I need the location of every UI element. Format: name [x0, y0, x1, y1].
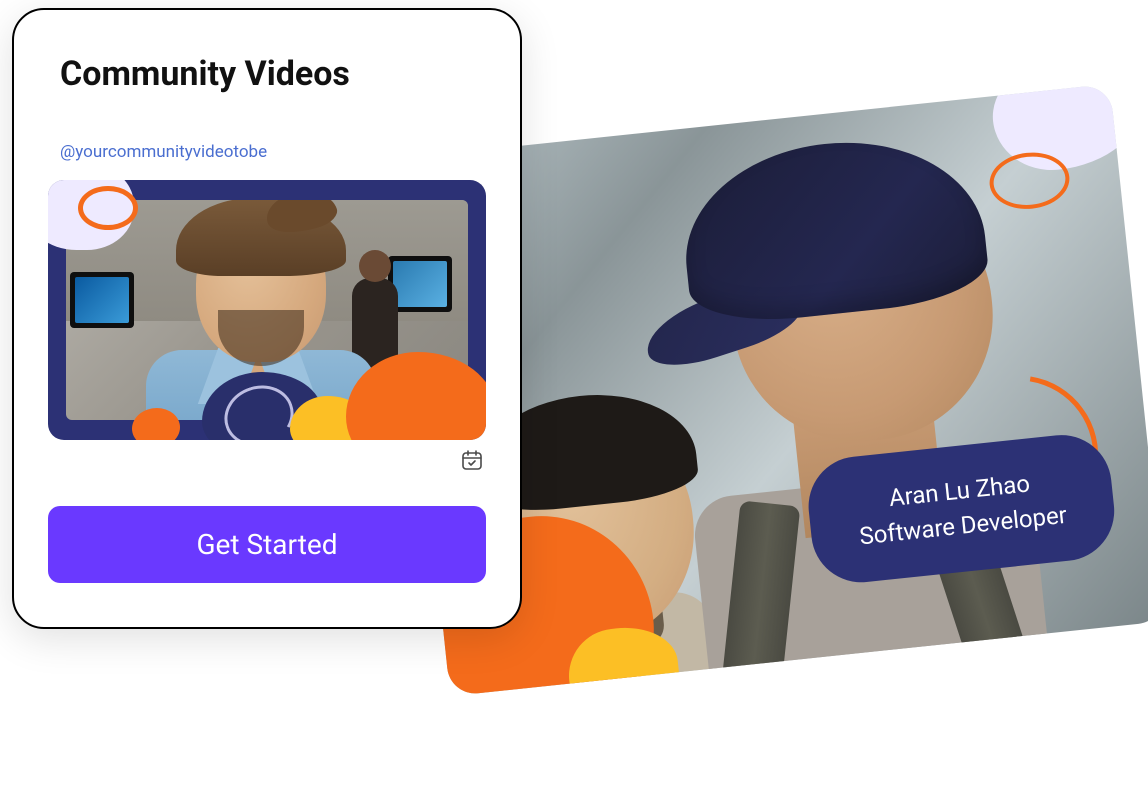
get-started-button[interactable]: Get Started	[48, 506, 486, 583]
community-videos-card: Community Videos @yourcommunityvideotobe	[12, 8, 522, 629]
card-title: Community Videos	[60, 54, 486, 94]
decoration-blob	[132, 408, 180, 440]
video-thumbnail[interactable]	[48, 180, 486, 440]
community-handle-link[interactable]: @yourcommunityvideotobe	[60, 142, 486, 162]
calendar-icon[interactable]	[460, 448, 484, 476]
decoration-ring	[78, 186, 138, 230]
